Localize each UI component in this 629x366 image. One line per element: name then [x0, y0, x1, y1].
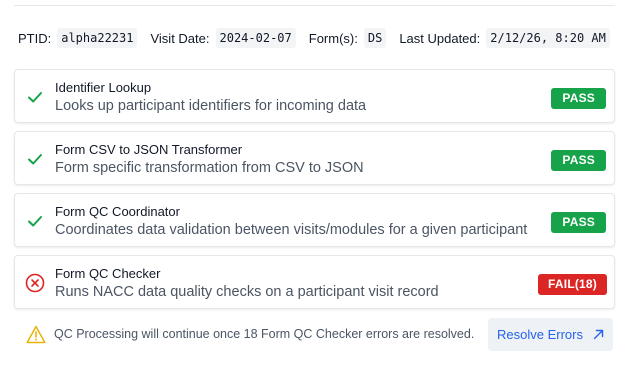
qc-alert: QC Processing will continue once 18 Form… [26, 318, 615, 352]
warning-triangle-icon [26, 325, 46, 344]
external-arrow-icon [593, 329, 604, 340]
check-description: Looks up participant identifiers for inc… [55, 98, 367, 114]
check-card-qc-coordinator: Form QC Coordinator Coordinates data val… [14, 193, 615, 247]
last-updated-value: 2/12/26, 8:20 AM [486, 28, 610, 48]
check-title: Identifier Lookup [55, 80, 152, 95]
check-title: Form CSV to JSON Transformer [55, 142, 243, 157]
visit-date-label: Visit Date: [150, 30, 210, 46]
forms-label: Form(s): [308, 30, 358, 46]
resolve-errors-label: Resolve Errors [497, 327, 583, 342]
visit-metadata: PTID: alpha22231 Visit Date: 2024-02-07 … [18, 27, 610, 49]
check-card-csv-to-json: Form CSV to JSON Transformer Form specif… [14, 131, 615, 185]
check-description: Coordinates data validation between visi… [55, 222, 528, 238]
check-title: Form QC Coordinator [55, 204, 180, 219]
check-card-identifier-lookup: Identifier Lookup Looks up participant i… [14, 69, 615, 123]
ptid-value: alpha22231 [57, 28, 138, 48]
resolve-errors-button[interactable]: Resolve Errors [488, 318, 613, 351]
top-divider [14, 5, 615, 6]
check-title: Form QC Checker [55, 266, 161, 281]
error-circle-icon [25, 273, 45, 293]
forms-value: DS [363, 28, 387, 48]
check-icon [28, 154, 42, 165]
status-badge: PASS [551, 88, 606, 109]
check-description: Form specific transformation from CSV to… [55, 160, 364, 176]
check-description: Runs NACC data quality checks on a parti… [55, 284, 439, 300]
check-icon [28, 92, 42, 103]
ptid-label: PTID: [18, 30, 52, 46]
last-updated-label: Last Updated: [399, 30, 481, 46]
status-badge: FAIL(18) [538, 274, 607, 295]
alert-message: QC Processing will continue once 18 Form… [54, 327, 475, 341]
status-badge: PASS [551, 150, 606, 171]
status-badge: PASS [551, 212, 606, 233]
check-icon [28, 216, 42, 227]
visit-date-value: 2024-02-07 [215, 28, 296, 48]
check-card-qc-checker: Form QC Checker Runs NACC data quality c… [14, 255, 615, 309]
